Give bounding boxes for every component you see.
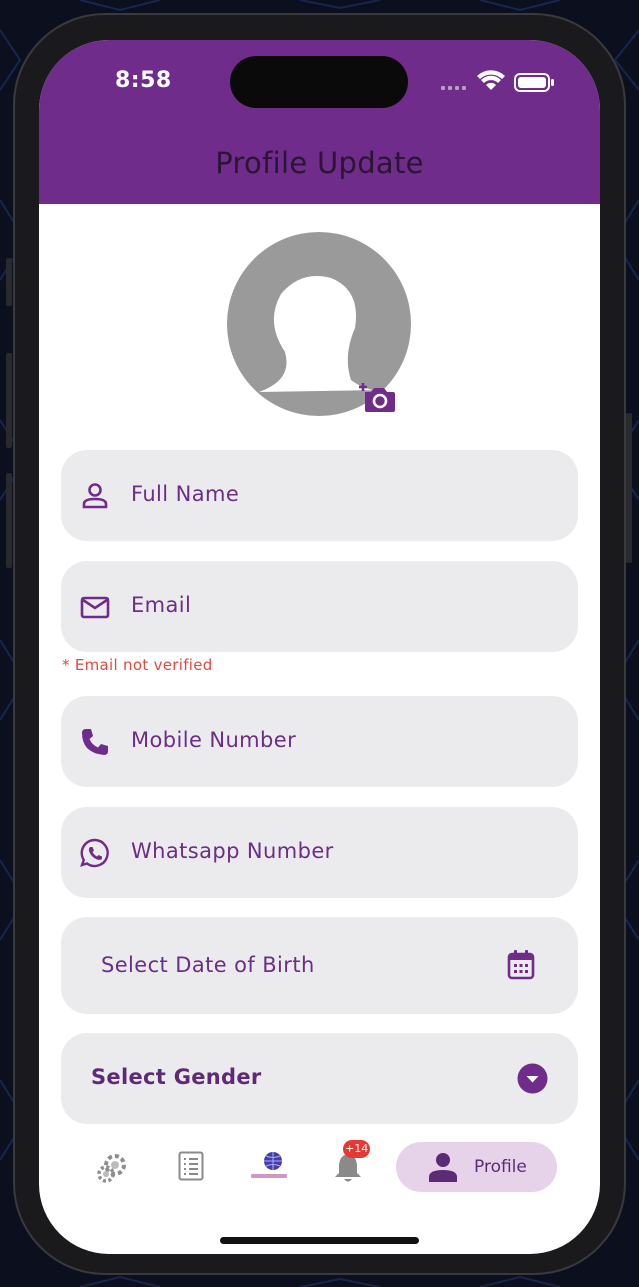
nav-notifications[interactable]: +14 [324,1138,372,1186]
status-icons [441,70,554,92]
email-error-text: * Email not verified [62,656,213,674]
home-indicator[interactable] [220,1237,419,1244]
volume-up-button [6,353,12,448]
gender-placeholder: Select Gender [91,1065,262,1089]
mail-icon [80,596,110,619]
add-photo-icon[interactable] [359,380,395,412]
phone-icon [82,729,108,755]
date-of-birth-placeholder: Select Date of Birth [101,953,315,977]
app-bar: 8:58 Profile Update [39,40,600,204]
nav-service360[interactable] [245,1138,293,1186]
whatsapp-number-placeholder: Whatsapp Number [131,839,334,863]
gear-icon [97,1154,126,1183]
nav-list[interactable] [166,1138,214,1186]
dropdown-arrow-icon[interactable] [517,1063,548,1094]
mobile-number-field[interactable]: Mobile Number [61,696,578,787]
mobile-number-placeholder: Mobile Number [131,728,297,752]
notification-badge: +14 [343,1140,371,1158]
nav-settings[interactable] [87,1138,135,1186]
calendar-icon[interactable] [506,949,536,981]
gender-select[interactable]: Select Gender [61,1033,578,1124]
list-icon [178,1151,204,1181]
nav-profile-label: Profile [474,1157,527,1177]
whatsapp-icon [80,838,109,868]
status-time: 8:58 [115,68,172,93]
service360-logo [251,1152,287,1178]
power-button [626,413,632,563]
person-icon [82,483,108,509]
email-field[interactable]: Email [61,561,578,652]
whatsapp-number-field[interactable]: Whatsapp Number [61,807,578,898]
date-of-birth-field[interactable]: Select Date of Birth [61,917,578,1014]
full-name-field[interactable]: Full Name [61,450,578,541]
nav-profile[interactable]: Profile [396,1142,557,1192]
email-placeholder: Email [131,593,192,617]
wifi-icon [477,70,505,90]
bottom-navigation: +14 Profile [39,1130,600,1200]
cellular-signal-icon [441,86,466,90]
action-button [6,258,12,306]
volume-down-button [6,473,12,568]
full-name-placeholder: Full Name [131,482,240,506]
dynamic-island [230,56,408,108]
battery-icon [514,73,554,92]
page-title: Profile Update [215,146,424,180]
app-screen: 8:58 Profile Update Full Name Email * Em… [39,40,600,1254]
person-icon [429,1153,457,1182]
